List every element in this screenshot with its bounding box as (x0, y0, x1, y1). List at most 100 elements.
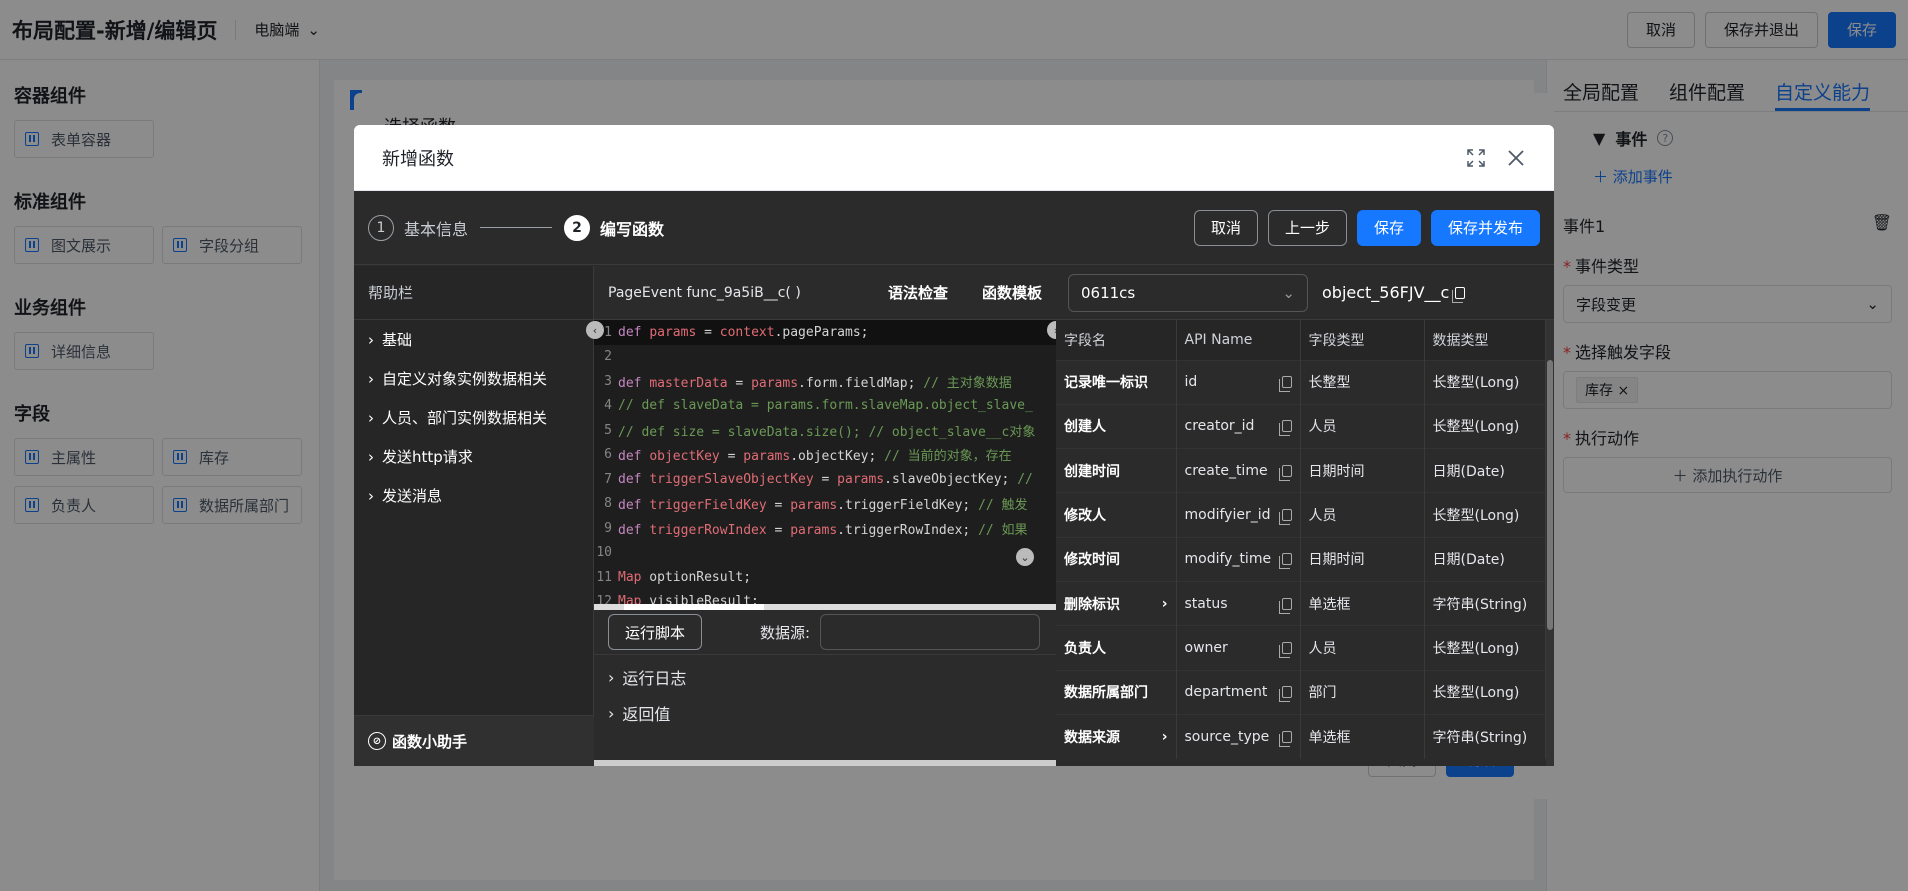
table-row[interactable]: 数据所属部门 department 部门 长整型(Long) (1056, 669, 1546, 715)
field-name: 记录唯一标识 (1056, 359, 1177, 405)
field-name: 数据来源 › (1056, 713, 1177, 759)
field-type: 长整型 (1300, 359, 1425, 405)
object-api-name: object_56FJV__c (1322, 283, 1466, 303)
steps-bar: 1 基本信息 2 编写函数 取消 上一步 保存 保存并发布 (354, 191, 1554, 265)
chevron-down-icon: ⌄ (1282, 283, 1295, 302)
field-api-name: modify_time (1176, 536, 1301, 582)
return-value-label: 返回值 (622, 705, 671, 724)
field-type: 人员 (1300, 625, 1425, 671)
previous-step-button[interactable]: 上一步 (1267, 209, 1347, 246)
data-type: 长整型(Long) (1424, 669, 1546, 715)
function-signature: PageEvent func_9a5iB__c( ) (608, 284, 801, 301)
scrollbar-thumb[interactable] (1547, 360, 1553, 630)
field-api-name: status (1176, 580, 1301, 626)
help-item-basic[interactable]: › 基础 (354, 320, 593, 359)
field-name: 创建人 (1056, 403, 1177, 449)
chevron-right-icon[interactable]: › (1162, 729, 1168, 745)
field-api-name: creator_id (1176, 403, 1301, 449)
table-row[interactable]: 负责人 owner 人员 长整型(Long) (1056, 625, 1546, 671)
code-editor-panel: PageEvent func_9a5iB__c( ) 语法检查 函数模板 1 de… (594, 266, 1056, 766)
chevron-right-icon[interactable]: › (1162, 596, 1168, 612)
help-item-http[interactable]: › 发送http请求 (354, 437, 593, 476)
fields-scrollbar[interactable] (1546, 320, 1554, 766)
return-value-toggle[interactable]: › 返回值 (594, 695, 1056, 731)
save-button[interactable]: 保存 (1356, 209, 1421, 246)
chevron-right-icon: › (608, 667, 615, 687)
table-row[interactable]: 修改时间 modify_time 日期时间 日期(Date) (1056, 536, 1546, 582)
copy-icon[interactable] (1278, 730, 1292, 747)
data-type: 字符串(String) (1424, 580, 1546, 626)
field-api-name: create_time (1176, 448, 1301, 493)
code-line: 11 Map optionResult; (596, 569, 752, 585)
code-line: 7 def triggerSlaveObjectKey = params.slav… (604, 471, 1033, 487)
column-header: 字段类型 (1300, 320, 1425, 360)
field-api-name: department (1176, 669, 1301, 715)
scrollbar-thumb[interactable] (624, 604, 764, 610)
table-row[interactable]: 数据来源 › source_type 单选框 字符串(String) (1056, 713, 1546, 759)
fields-panel: 0611cs ⌄ object_56FJV__c 字段名 API Name 字段… (1056, 266, 1554, 766)
help-item-message[interactable]: › 发送消息 (354, 476, 593, 515)
step-basic-info: 1 基本信息 (368, 214, 469, 241)
table-row[interactable]: 删除标识 › status 单选框 字符串(String) (1056, 580, 1546, 626)
editor-columns: 帮助栏 › 基础 › 自定义对象实例数据相关 › 人员、部门实例数据相关 › 发送htt… (354, 266, 1554, 766)
step-connector (480, 227, 553, 228)
field-name: 修改时间 (1056, 536, 1177, 582)
function-template-button[interactable]: 函数模板 (982, 282, 1042, 303)
help-sidebar: 帮助栏 › 基础 › 自定义对象实例数据相关 › 人员、部门实例数据相关 › 发送htt… (354, 266, 594, 766)
data-type: 长整型(Long) (1424, 625, 1546, 671)
copy-icon[interactable] (1278, 686, 1292, 703)
close-icon[interactable] (1506, 148, 1526, 168)
editor-bottom-scrollbar[interactable] (594, 760, 1056, 766)
run-log-toggle[interactable]: › 运行日志 (594, 659, 1056, 695)
field-name: 数据所属部门 (1056, 669, 1177, 715)
run-script-button[interactable]: 运行脚本 (608, 614, 703, 650)
copy-icon[interactable] (1278, 641, 1292, 658)
object-select[interactable]: 0611cs ⌄ (1068, 273, 1308, 312)
table-row[interactable]: 修改人 modifyier_id 人员 长整型(Long) (1056, 492, 1546, 538)
datasource-label: 数据源: (760, 623, 811, 642)
data-type: 长整型(Long) (1424, 359, 1546, 405)
copy-icon[interactable] (1278, 597, 1292, 614)
assistant-icon: ⊘ (368, 732, 386, 750)
column-header: 数据类型 (1424, 320, 1546, 360)
copy-icon[interactable] (1278, 376, 1292, 393)
table-row[interactable]: 创建时间 create_time 日期时间 日期(Date) (1056, 448, 1546, 493)
table-row[interactable]: 记录唯一标识 id 长整型 长整型(Long) (1056, 359, 1546, 405)
save-publish-button[interactable]: 保存并发布 (1430, 209, 1540, 246)
field-type: 单选框 (1300, 580, 1425, 626)
fullscreen-icon[interactable] (1466, 148, 1486, 168)
copy-icon[interactable] (1278, 464, 1292, 481)
help-item-staff-dept[interactable]: › 人员、部门实例数据相关 (354, 398, 593, 437)
data-type: 长整型(Long) (1424, 492, 1546, 538)
field-api-name: modifyier_id (1176, 492, 1301, 538)
code-horizontal-scrollbar[interactable] (594, 604, 1056, 610)
field-type: 日期时间 (1300, 448, 1425, 493)
copy-icon[interactable] (1452, 286, 1466, 303)
code-line: 10 (596, 545, 612, 561)
copy-icon[interactable] (1278, 553, 1292, 570)
chevron-right-icon: › (368, 369, 374, 388)
help-item-custom-object[interactable]: › 自定义对象实例数据相关 (354, 359, 593, 398)
datasource-select[interactable] (820, 614, 1041, 650)
collapse-left-icon[interactable]: ‹ (586, 321, 604, 339)
collapse-down-icon[interactable]: ⌄ (1016, 548, 1034, 566)
cancel-button[interactable]: 取消 (1193, 209, 1258, 246)
copy-icon[interactable] (1278, 420, 1292, 437)
table-row[interactable]: 创建人 creator_id 人员 长整型(Long) (1056, 403, 1546, 449)
code-editor[interactable]: 1 def params = context.pageParams; 2 3 def… (594, 320, 1056, 610)
field-type: 人员 (1300, 492, 1425, 538)
step-label: 基本信息 (404, 219, 469, 239)
field-name: 创建时间 (1056, 448, 1177, 493)
chevron-right-icon: › (368, 447, 374, 466)
copy-icon[interactable] (1278, 509, 1292, 526)
function-assistant-button[interactable]: ⊘ 函数小助手 (354, 715, 594, 766)
object-select-value: 0611cs (1081, 283, 1136, 302)
data-type: 日期(Date) (1424, 448, 1546, 493)
syntax-check-button[interactable]: 语法检查 (888, 282, 948, 303)
column-header: API Name (1176, 320, 1301, 360)
field-type: 日期时间 (1300, 536, 1425, 582)
run-log-label: 运行日志 (622, 669, 687, 688)
column-header: 字段名 (1056, 320, 1177, 360)
step-write-function: 2 编写函数 (564, 214, 664, 241)
new-function-modal: 新增函数 1 基本信息 2 编写函数 取消 上一步 保存 保存并发布 帮助栏 ›… (354, 125, 1554, 766)
